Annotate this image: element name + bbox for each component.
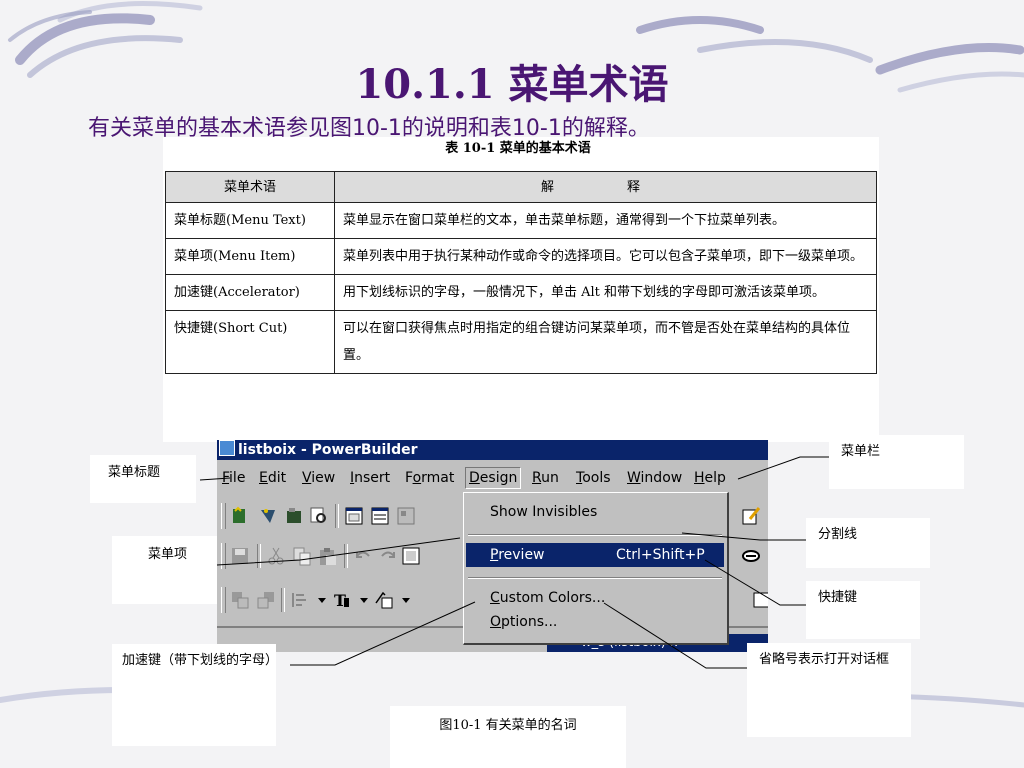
callout-menu-bar: 菜单栏 (829, 435, 964, 489)
align-icon[interactable] (289, 589, 311, 611)
terms-table: 菜单术语 解 释 菜单标题(Menu Text) 菜单显示在窗口菜单栏的文本，单… (165, 171, 877, 374)
object-icon[interactable] (400, 545, 422, 567)
terms-table-panel: 表 10-1 菜单的基本术语 菜单术语 解 释 菜单标题(Menu Text) … (163, 137, 879, 442)
copy-icon[interactable] (291, 545, 313, 567)
slide-title: 10.1.1 菜单术语 (355, 61, 669, 108)
preview-shortcut: Ctrl+Shift+P (616, 547, 705, 563)
table-row: 加速键(Accelerator) 用下划线标识的字母，一般情况下，单击 Alt … (165, 274, 877, 311)
table-row: 菜单项(Menu Item) 菜单列表中用于执行某种动作或命令的选择项目。它可以… (165, 238, 877, 275)
chevron-down-icon[interactable] (395, 589, 417, 611)
toolbar-separator (257, 544, 261, 568)
menu-window[interactable]: Window (624, 468, 685, 488)
datawindow-icon[interactable] (369, 505, 391, 527)
table-cell-term: 快捷键(Short Cut) (165, 310, 335, 374)
structure-icon[interactable] (395, 505, 417, 527)
bring-to-front-icon[interactable] (229, 589, 251, 611)
table-row: 快捷键(Short Cut) 可以在窗口获得焦点时用指定的组合键访问某菜单项，而… (165, 310, 877, 374)
menu-separator (468, 534, 722, 536)
menu-insert[interactable]: Insert (347, 468, 393, 488)
table-cell-term: 加速键(Accelerator) (165, 274, 335, 311)
window-icon[interactable] (343, 505, 365, 527)
menu-format[interactable]: Format (402, 468, 457, 488)
callout-accelerator: 加速键（带下划线的字母） (112, 644, 278, 746)
toolbar-separator (344, 544, 348, 568)
table-cell-explanation: 用下划线标识的字母，一般情况下，单击 Alt 和带下划线的字母即可激活该菜单项。 (334, 274, 877, 311)
callout-separator: 分割线 (806, 518, 930, 568)
cut-icon[interactable] (265, 545, 287, 567)
menu-bar: File Edit View Insert Format Design Run … (217, 464, 768, 492)
callout-ellipsis: 省略号表示打开对话框 (747, 643, 911, 737)
magnifier-icon[interactable] (308, 505, 330, 527)
toolbar-separator (281, 588, 285, 612)
edit-pencil-icon[interactable] (740, 505, 762, 527)
table-cell-explanation: 菜单显示在窗口菜单栏的文本，单击菜单标题，通常得到一个下拉菜单列表。 (334, 202, 877, 239)
chevron-down-icon[interactable] (311, 589, 333, 611)
chevron-down-icon[interactable] (353, 589, 375, 611)
powerbuilder-screenshot: listboix - PowerBuilder File Edit View I… (217, 440, 768, 652)
redo-icon[interactable] (377, 545, 399, 567)
menu-item-preview[interactable]: Preview Ctrl+Shift+P (466, 543, 724, 567)
menu-design[interactable]: Design (465, 467, 522, 489)
figure-caption: 图10-1 有关菜单的名词 (439, 718, 577, 733)
toolbar-separator (335, 504, 339, 528)
menu-view[interactable]: View (299, 468, 338, 488)
link-icon[interactable] (740, 545, 762, 567)
table-cell-explanation: 可以在窗口获得焦点时用指定的组合键访问某菜单项，而不管是否处在菜单结构的具体位置… (334, 310, 877, 374)
menu-run[interactable]: Run (529, 468, 562, 488)
table-cell-term: 菜单项(Menu Item) (165, 238, 335, 275)
open-icon[interactable] (283, 505, 305, 527)
window-title-bar: listboix - PowerBuilder (217, 440, 768, 460)
window-title: listboix - PowerBuilder (238, 442, 418, 458)
table-header-explanation: 解 释 (334, 171, 877, 203)
callout-menu-title: 菜单标题 (90, 455, 196, 503)
table-caption: 表 10-1 菜单的基本术语 (445, 141, 591, 156)
menu-help[interactable]: Help (691, 468, 729, 488)
menu-item-options[interactable]: Options... (466, 610, 724, 634)
table-header-row: 菜单术语 解 释 (165, 171, 877, 203)
paste-icon[interactable] (317, 545, 339, 567)
table-cell-explanation: 菜单列表中用于执行某种动作或命令的选择项目。它可以包含子菜单项，即下一级菜单项。 (334, 238, 877, 275)
design-dropdown-menu: Show Invisibles Preview Ctrl+Shift+P Cus… (463, 492, 729, 645)
table-row: 菜单标题(Menu Text) 菜单显示在窗口菜单栏的文本，单击菜单标题，通常得… (165, 202, 877, 239)
callout-menu-item: 菜单项 (112, 536, 217, 604)
toolbar-grip[interactable] (221, 543, 226, 569)
table-header-term: 菜单术语 (165, 171, 335, 203)
table-cell-term: 菜单标题(Menu Text) (165, 202, 335, 239)
undo-icon[interactable] (352, 545, 374, 567)
powerbuilder-app-icon (219, 440, 235, 456)
send-to-back-icon[interactable] (255, 589, 277, 611)
menu-item-custom-colors[interactable]: Custom Colors... (466, 586, 724, 610)
save-icon[interactable] (229, 545, 251, 567)
menu-file[interactable]: File (219, 468, 248, 488)
figure-caption-box: 图10-1 有关菜单的名词 (390, 706, 626, 768)
format-icon[interactable] (373, 589, 395, 611)
menu-tools[interactable]: Tools (573, 468, 614, 488)
menu-edit[interactable]: Edit (256, 468, 289, 488)
field-icon[interactable] (751, 589, 768, 611)
toolbar-grip[interactable] (221, 503, 226, 529)
inherit-icon[interactable] (257, 505, 279, 527)
menu-item-show-invisibles[interactable]: Show Invisibles (466, 500, 724, 524)
new-icon[interactable] (229, 505, 251, 527)
menu-separator (468, 577, 722, 579)
callout-shortcut: 快捷键 (806, 581, 920, 639)
toolbar-grip[interactable] (221, 587, 226, 613)
text-icon[interactable]: T (331, 589, 353, 611)
